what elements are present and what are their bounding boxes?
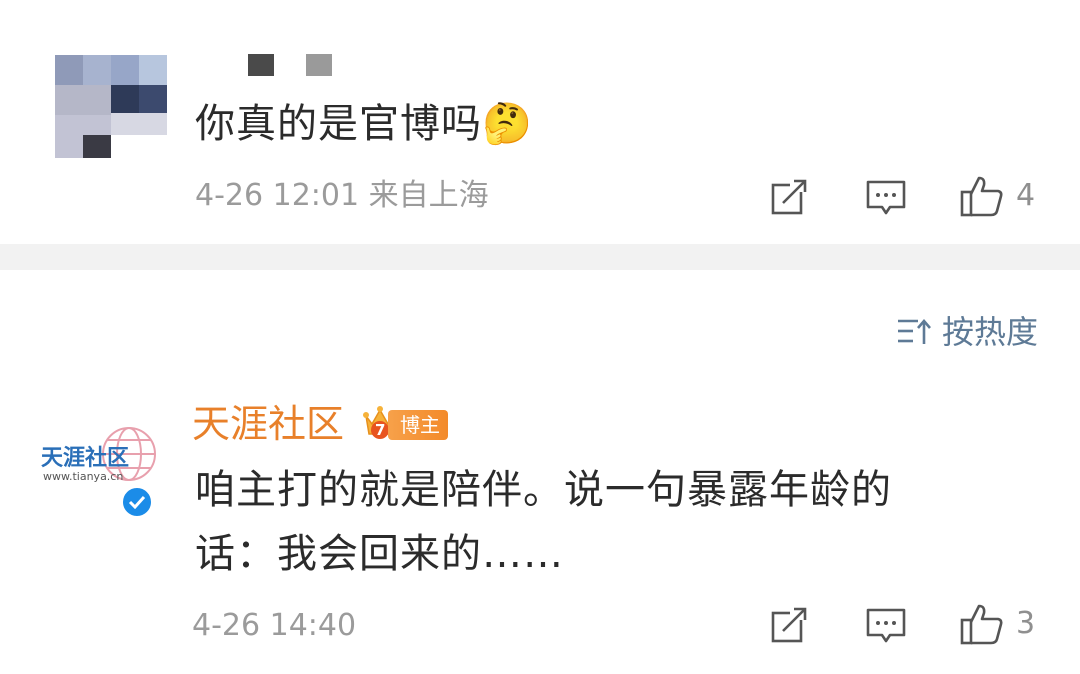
comment-meta: 4-26 14:40 [192, 608, 357, 643]
thinking-emoji-icon: 🤔 [482, 101, 533, 147]
comment-icon [866, 608, 906, 643]
blogger-badge: 博主 [388, 410, 448, 440]
avatar-pixel-block [111, 135, 167, 158]
avatar-pixel-block [111, 113, 167, 135]
avatar-pixel-block [83, 55, 111, 85]
avatar-pixel-block [139, 85, 167, 113]
comment-button[interactable] [866, 180, 906, 216]
avatar-pixel-block [83, 135, 111, 158]
mask-block [306, 54, 332, 76]
like-button[interactable]: 3 [960, 603, 1035, 645]
share-button[interactable] [770, 606, 808, 644]
avatar[interactable] [55, 55, 167, 158]
badge-level: 7 [375, 421, 386, 439]
avatar-pixel-block [111, 55, 139, 85]
like-count: 3 [1016, 606, 1036, 641]
avatar-logo-text: 天涯社区 [41, 446, 130, 471]
mask-block [248, 54, 274, 76]
username[interactable]: 天涯社区 [192, 400, 344, 448]
masked-username[interactable] [248, 54, 338, 78]
thumbs-up-icon [960, 176, 1003, 217]
avatar-logo-url: www.tianya.cn [43, 470, 124, 483]
comment-meta: 4-26 12:01 来自上海 [195, 178, 489, 213]
comment-text: 你真的是官博吗🤔 [195, 100, 533, 148]
avatar-pixel-block [55, 85, 111, 115]
avatar-pixel-block [111, 85, 139, 113]
verified-badge [120, 485, 154, 519]
like-button[interactable]: 4 [960, 175, 1035, 217]
share-icon [771, 606, 808, 643]
comment-text-line: 话：我会回来的…… [195, 531, 564, 577]
sort-icon [897, 319, 931, 344]
sort-label: 按热度 [941, 313, 1038, 351]
like-count: 4 [1016, 178, 1036, 213]
section-divider [0, 244, 1080, 270]
avatar-pixel-block [139, 55, 167, 85]
share-button[interactable] [770, 178, 808, 216]
sort-toggle[interactable]: 按热度 [896, 312, 1038, 352]
comment-button[interactable] [866, 608, 906, 644]
comment-icon [866, 180, 906, 215]
share-icon [771, 178, 808, 215]
checkmark-icon [128, 495, 146, 509]
comment-text-content: 你真的是官博吗 [195, 101, 482, 147]
comment-text-line: 咱主打的就是陪伴。说一句暴露年龄的 [195, 467, 892, 513]
thumbs-up-icon [960, 604, 1003, 645]
avatar-pixel-block [55, 55, 83, 85]
